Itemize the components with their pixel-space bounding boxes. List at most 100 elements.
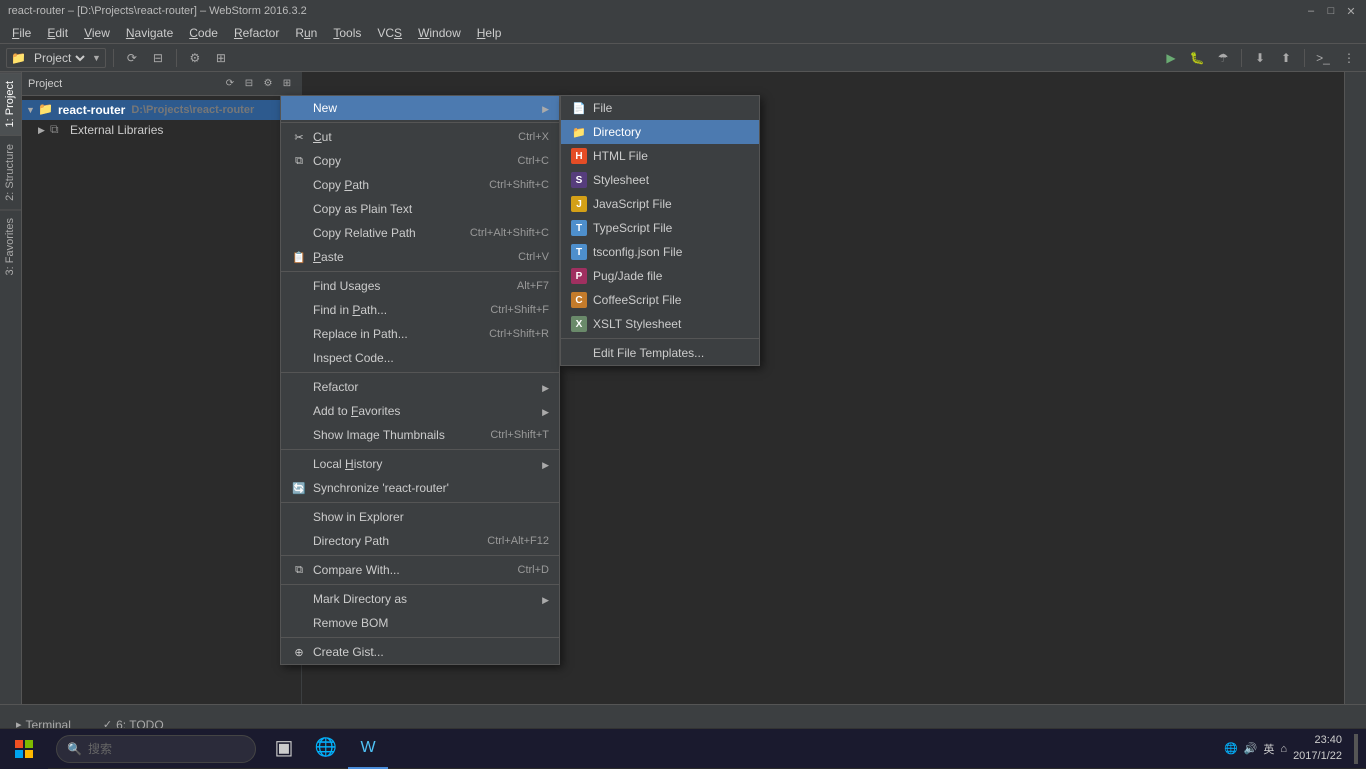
menu-edit[interactable]: Edit	[39, 24, 76, 42]
todo-label: 6: TODO	[116, 718, 164, 729]
ctx-sep7	[281, 584, 559, 585]
ctx-remove-bom[interactable]: Remove BOM	[281, 611, 559, 635]
ctx-synchronize[interactable]: 🔄 Synchronize 'react-router'	[281, 476, 559, 500]
terminal-tab[interactable]: ▸ Terminal	[8, 714, 79, 729]
ctx-create-gist[interactable]: ⊕ Create Gist...	[281, 640, 559, 664]
vcs-update-button[interactable]: ⬇	[1249, 47, 1271, 69]
ctx-show-thumbnails-label: Show Image Thumbnails	[313, 428, 470, 442]
ctx-refactor[interactable]: Refactor	[281, 375, 559, 399]
sub-tsconfig-label: tsconfig.json File	[593, 245, 682, 259]
refactor-icon	[291, 379, 307, 395]
sub-stylesheet[interactable]: S Stylesheet	[561, 168, 759, 192]
ctx-show-thumbnails[interactable]: Show Image Thumbnails Ctrl+Shift+T	[281, 423, 559, 447]
panel-gear-btn[interactable]: ⊞	[279, 76, 295, 92]
debug-button[interactable]: 🐛	[1186, 47, 1208, 69]
start-button[interactable]	[0, 729, 48, 769]
menu-help[interactable]: Help	[469, 24, 510, 42]
ctx-copy[interactable]: ⧉ Copy Ctrl+C	[281, 149, 559, 173]
sub-xslt[interactable]: X XSLT Stylesheet	[561, 312, 759, 336]
ctx-inspect-label: Inspect Code...	[313, 351, 549, 365]
panel-sync-btn[interactable]: ⟳	[222, 76, 238, 92]
sub-tsconfig[interactable]: T tsconfig.json File	[561, 240, 759, 264]
sub-pug[interactable]: P Pug/Jade file	[561, 264, 759, 288]
directory-path-icon	[291, 533, 307, 549]
sub-pug-label: Pug/Jade file	[593, 269, 662, 283]
menu-file[interactable]: File	[4, 24, 39, 42]
collapse-button[interactable]: ⊟	[147, 47, 169, 69]
menu-refactor[interactable]: Refactor	[226, 24, 287, 42]
ctx-compare[interactable]: ⧉ Compare With... Ctrl+D	[281, 558, 559, 582]
sub-file[interactable]: 📄 File	[561, 96, 759, 120]
ctx-sep4	[281, 449, 559, 450]
ctx-remove-bom-label: Remove BOM	[313, 616, 549, 630]
vcs-commit-button[interactable]: ⬆	[1275, 47, 1297, 69]
more-button[interactable]: ⋮	[1338, 47, 1360, 69]
tree-item-ext-libs[interactable]: ▶ ⧉ External Libraries	[22, 120, 301, 140]
ctx-inspect[interactable]: Inspect Code...	[281, 346, 559, 370]
panel-collapse-btn[interactable]: ⊟	[241, 76, 257, 92]
ctx-cut-shortcut: Ctrl+X	[518, 131, 549, 143]
local-history-arrow	[542, 457, 549, 471]
taskbar-browser[interactable]: 🌐	[306, 729, 346, 769]
ctx-copy-relative[interactable]: Copy Relative Path Ctrl+Alt+Shift+C	[281, 221, 559, 245]
sync-button[interactable]: ⟳	[121, 47, 143, 69]
taskbar-webstorm[interactable]: W	[348, 729, 388, 769]
ctx-replace-path[interactable]: Replace in Path... Ctrl+Shift+R	[281, 322, 559, 346]
todo-tab[interactable]: ✓ 6: TODO	[95, 714, 172, 729]
project-selector[interactable]: Project	[30, 50, 88, 66]
taskbar-explorer[interactable]: ▣	[264, 729, 304, 769]
systray-show-desktop[interactable]	[1354, 734, 1358, 764]
taskbar-clock[interactable]: 23:40 2017/1/22	[1293, 733, 1342, 764]
taskbar-search[interactable]: 🔍 搜索	[56, 735, 256, 763]
menu-code[interactable]: Code	[181, 24, 226, 42]
sub-coffee[interactable]: C CoffeeScript File	[561, 288, 759, 312]
sidebar-item-favorites[interactable]: 3: Favorites	[0, 209, 21, 283]
layout-button[interactable]: ⊞	[210, 47, 232, 69]
tree-item-root[interactable]: ▼ 📁 react-router D:\Projects\react-route…	[22, 100, 301, 120]
ctx-copy-path[interactable]: Copy Path Ctrl+Shift+C	[281, 173, 559, 197]
settings-button[interactable]: ⚙	[184, 47, 206, 69]
ctx-add-favorites[interactable]: Add to Favorites	[281, 399, 559, 423]
toolbar-separator2	[176, 49, 177, 67]
ctx-sep2	[281, 271, 559, 272]
ctx-copy-plain[interactable]: Copy as Plain Text	[281, 197, 559, 221]
toolbar: 📁 Project ▼ ⟳ ⊟ ⚙ ⊞ ▶ 🐛 ☂ ⬇ ⬆ >_ ⋮	[0, 44, 1366, 72]
close-button[interactable]: ✕	[1344, 4, 1358, 18]
run-button[interactable]: ▶	[1160, 47, 1182, 69]
project-panel: Project ⟳ ⊟ ⚙ ⊞ ▼ 📁 react-router D:\Proj…	[22, 72, 302, 704]
menu-window[interactable]: Window	[410, 24, 469, 42]
sub-ts[interactable]: T TypeScript File	[561, 216, 759, 240]
ctx-directory-path[interactable]: Directory Path Ctrl+Alt+F12	[281, 529, 559, 553]
ctx-show-explorer[interactable]: Show in Explorer	[281, 505, 559, 529]
ctx-sep6	[281, 555, 559, 556]
menu-navigate[interactable]: Navigate	[118, 24, 181, 42]
ctx-local-history[interactable]: Local History	[281, 452, 559, 476]
menu-vcs[interactable]: VCS	[369, 24, 410, 42]
panel-settings-btn[interactable]: ⚙	[260, 76, 276, 92]
menu-tools[interactable]: Tools	[325, 24, 369, 42]
sub-js[interactable]: J JavaScript File	[561, 192, 759, 216]
menu-view[interactable]: View	[76, 24, 118, 42]
sub-directory[interactable]: 📁 Directory	[561, 120, 759, 144]
minimize-button[interactable]: –	[1304, 4, 1318, 18]
taskbar-apps: ▣ 🌐 W	[264, 729, 1216, 769]
ctx-mark-dir[interactable]: Mark Directory as	[281, 587, 559, 611]
tree-ext-libs-label: External Libraries	[70, 123, 163, 137]
sub-edit-templates[interactable]: Edit File Templates...	[561, 341, 759, 365]
maximize-button[interactable]: □	[1324, 4, 1338, 18]
menu-run[interactable]: Run	[287, 24, 325, 42]
terminal-button[interactable]: >_	[1312, 47, 1334, 69]
sub-html[interactable]: H HTML File	[561, 144, 759, 168]
compare-icon: ⧉	[291, 562, 307, 578]
ctx-paste[interactable]: 📋 Paste Ctrl+V	[281, 245, 559, 269]
ctx-find-usages[interactable]: Find Usages Alt+F7	[281, 274, 559, 298]
coverage-button[interactable]: ☂	[1212, 47, 1234, 69]
ctx-cut[interactable]: ✂ Cut Ctrl+X	[281, 125, 559, 149]
sub-html-label: HTML File	[593, 149, 648, 163]
edit-templates-icon	[571, 345, 587, 361]
sidebar-item-structure[interactable]: 2: Structure	[0, 135, 21, 209]
ctx-find-path[interactable]: Find in Path... Ctrl+Shift+F	[281, 298, 559, 322]
sidebar-item-project[interactable]: 1: Project	[0, 72, 21, 135]
ctx-new[interactable]: New	[281, 96, 559, 120]
tree-arrow-root: ▼	[26, 105, 38, 115]
